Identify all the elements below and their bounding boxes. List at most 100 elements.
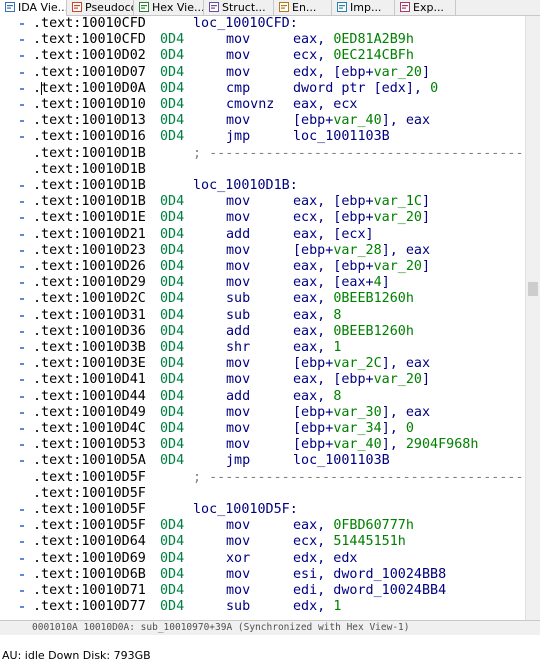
gutter-marker — [20, 185, 24, 187]
stack-variable[interactable]: var_20 — [374, 372, 422, 387]
listing-row[interactable]: .text:10010D23 0D4 mov [ebp+var_28], eax — [33, 243, 525, 259]
mnemonic: mov — [226, 566, 251, 582]
listing-row[interactable]: .text:10010D64 0D4 mov ecx, 51445151h — [33, 534, 525, 550]
listing-row[interactable]: .text:10010D26 0D4 mov eax, [ebp+var_20] — [33, 259, 525, 275]
mnemonic: mov — [226, 534, 251, 550]
listing-row[interactable]: .text:10010D53 0D4 mov [ebp+var_40], 2904F9… — [33, 437, 525, 453]
immediate-value: 8 — [333, 307, 342, 323]
tab-ida-view[interactable]: IDA Vie...× — [0, 0, 67, 16]
stack-variable[interactable]: var_30 — [333, 405, 381, 420]
stack-variable[interactable]: var_20 — [374, 210, 422, 225]
listing-row[interactable]: .text:10010D13 0D4 mov [ebp+var_40], eax — [33, 113, 525, 129]
listing-row[interactable]: .text:10010D0A 0D4 cmp dword ptr [edx], 0 — [33, 81, 525, 97]
listing-row[interactable]: .text:10010D69 0D4 xor edx, edx — [33, 551, 525, 567]
listing-row[interactable]: .text:10010D21 0D4 add eax, [ecx] — [33, 227, 525, 243]
mnemonic: add — [226, 226, 251, 242]
tab-label: Pseudoco... — [85, 1, 133, 14]
operands: eax, 0BEEB1260h — [293, 323, 414, 339]
view-tab-bar: IDA Vie...× Pseudoco... Hex Vie... Struct..… — [0, 0, 540, 16]
address: .text:10010D0A — [33, 80, 146, 96]
stack-variable[interactable]: var_20 — [374, 259, 422, 274]
listing-row[interactable]: .text:10010CFD 0D4 mov eax, 0ED81A2B9h — [33, 32, 525, 48]
code-label[interactable]: loc_10010D5F: — [193, 502, 298, 518]
listing-row[interactable]: .text:10010D5F ; ------------------------… — [33, 470, 525, 486]
listing-row[interactable]: .text:10010D10 0D4 cmovnz eax, ecx — [33, 97, 525, 113]
tab-structures[interactable]: Struct... — [204, 0, 274, 16]
tab-pseudocode[interactable]: Pseudoco... — [67, 0, 134, 16]
scrollbar-thumb[interactable] — [528, 282, 538, 296]
operands: ecx, 51445151h — [293, 534, 406, 550]
listing-row[interactable]: .text:10010D36 0D4 add eax, 0BEEB1260h — [33, 324, 525, 340]
listing-row[interactable]: .text:10010D5F — [33, 486, 525, 502]
gutter-marker — [20, 460, 24, 463]
listing-row[interactable]: .text:10010D1B loc_10010D1B: — [33, 178, 525, 194]
listing-row[interactable]: .text:10010D29 0D4 mov eax, [eax+4] — [33, 275, 525, 291]
immediate-value: 0BEEB1260h — [333, 323, 414, 339]
code-label[interactable]: loc_10010D1B: — [193, 178, 298, 194]
listing-row[interactable]: .text:10010D3E 0D4 mov [ebp+var_2C], eax — [33, 356, 525, 372]
disassembly-listing[interactable]: .text:10010CFD loc_10010CFD: .text:10010CF… — [33, 16, 525, 620]
ida-view-icon — [5, 1, 15, 12]
status-bar: AU: idle Down Disk: 793GB — [2, 649, 151, 662]
stack-variable[interactable]: var_1C — [374, 194, 422, 209]
listing-row[interactable]: .text:10010D44 0D4 add eax, 8 — [33, 389, 525, 405]
operands: eax, 8 — [293, 307, 342, 323]
stack-variable[interactable]: var_40 — [333, 437, 381, 452]
listing-row[interactable]: .text:10010D49 0D4 mov [ebp+var_30], eax — [33, 405, 525, 421]
tab-label: Struct... — [222, 1, 266, 14]
listing-row[interactable]: .text:10010D5F 0D4 mov eax, 0FBD60777h — [33, 518, 525, 534]
listing-row[interactable]: .text:10010CFD loc_10010CFD: — [33, 16, 525, 32]
mnemonic: mov — [226, 275, 251, 291]
address: .text:10010D26 — [33, 259, 146, 274]
address: .text:10010D5F — [33, 502, 146, 517]
operands: dword ptr [edx], 0 — [293, 80, 439, 96]
stack-variable[interactable]: var_40 — [333, 113, 381, 128]
gutter-marker — [20, 411, 24, 414]
operands: [ebp+var_40], eax — [293, 113, 431, 129]
listing-row[interactable]: .text:10010D5F loc_10010D5F: — [33, 502, 525, 518]
gutter-marker — [20, 23, 24, 25]
gutter-marker — [20, 217, 24, 220]
opcode-bytes: 0D4 — [160, 129, 185, 145]
gutter-marker — [20, 266, 24, 268]
tab-enums[interactable]: En... — [274, 0, 332, 16]
arrow-gutter — [0, 16, 28, 620]
stack-variable[interactable]: var_34 — [333, 421, 381, 436]
stack-variable[interactable]: var_20 — [374, 65, 422, 80]
listing-row[interactable]: .text:10010D4C 0D4 mov [ebp+var_34], 0 — [33, 421, 525, 437]
listing-row[interactable]: .text:10010D5A 0D4 jmp loc_1001103B — [33, 453, 525, 469]
listing-row[interactable]: .text:10010D1B 0D4 mov eax, [ebp+var_1C] — [33, 194, 525, 210]
stack-variable[interactable]: var_2C — [333, 356, 381, 371]
stack-variable[interactable]: var_28 — [333, 243, 381, 258]
listing-row[interactable]: .text:10010D1E 0D4 mov ecx, [ebp+var_20] — [33, 210, 525, 226]
listing-row[interactable]: .text:10010D71 0D4 mov edi, dword_10024BB4 — [33, 583, 525, 599]
mnemonic: mov — [226, 32, 251, 48]
address: .text:10010D41 — [33, 372, 146, 388]
gutter-marker — [20, 606, 24, 609]
tab-hex-view[interactable]: Hex Vie... — [134, 0, 204, 16]
address: .text:10010D5F — [33, 485, 146, 501]
listing-row[interactable]: .text:10010D41 0D4 mov eax, [ebp+var_20] — [33, 372, 525, 388]
tab-imports[interactable]: Imp... — [332, 0, 395, 16]
listing-row[interactable]: .text:10010D2C 0D4 sub eax, 0BEEB1260h — [33, 291, 525, 307]
tab-label: En... — [292, 1, 317, 14]
gutter-marker — [20, 298, 24, 301]
listing-row[interactable]: .text:10010D02 0D4 mov ecx, 0EC214CBFh — [33, 48, 525, 64]
listing-row[interactable]: .text:10010D77 0D4 sub edx, 1 — [33, 599, 525, 615]
listing-row[interactable]: .text:10010D16 0D4 jmp loc_1001103B — [33, 129, 525, 145]
code-label[interactable]: loc_10010CFD: — [193, 16, 298, 32]
listing-row[interactable]: .text:10010D3B 0D4 shr eax, 1 — [33, 340, 525, 356]
listing-row[interactable]: .text:10010D31 0D4 sub eax, 8 — [33, 308, 525, 324]
listing-row[interactable]: .text:10010D07 0D4 mov edx, [ebp+var_20] — [33, 65, 525, 81]
listing-row[interactable]: .text:10010D1B ; ------------------------… — [33, 146, 525, 162]
operands: edi, dword_10024BB4 — [293, 583, 447, 598]
listing-row[interactable]: .text:10010D6B 0D4 mov esi, dword_10024BB8 — [33, 567, 525, 583]
gutter-marker — [20, 395, 24, 398]
opcode-bytes: 0D4 — [160, 226, 185, 242]
gutter-marker — [20, 104, 24, 106]
listing-row[interactable]: .text:10010D1B — [33, 162, 525, 178]
operands: eax, [ebp+var_20] — [293, 372, 431, 388]
vertical-scrollbar[interactable] — [525, 16, 540, 620]
operands: eax, 8 — [293, 388, 342, 404]
tab-exports[interactable]: Exp... — [395, 0, 456, 16]
